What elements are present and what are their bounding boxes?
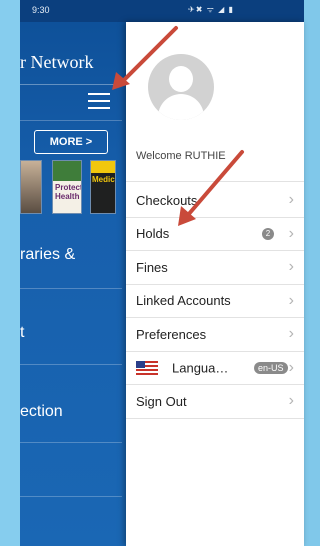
menu-item-label: Holds xyxy=(136,226,170,242)
menu-item-checkouts[interactable]: Checkouts › xyxy=(126,184,304,218)
menu-item-linked-accounts[interactable]: Linked Accounts › xyxy=(126,285,304,318)
book-cover-3-text: Medican xyxy=(92,175,115,184)
divider xyxy=(20,364,122,365)
menu-item-label: Preferences xyxy=(136,326,207,342)
menu-icon[interactable] xyxy=(88,90,114,112)
menu-item-sign-out[interactable]: Sign Out › xyxy=(126,385,304,419)
network-title: r Network xyxy=(20,52,94,72)
divider xyxy=(20,442,122,443)
menu-item-label: Langua… xyxy=(172,360,229,376)
bg-item-collection[interactable]: ection xyxy=(20,403,63,421)
more-button[interactable]: MORE > xyxy=(34,130,108,154)
book-cover-1[interactable] xyxy=(20,160,42,214)
bg-item-2[interactable]: t xyxy=(20,324,24,342)
chevron-right-icon: › xyxy=(288,224,294,242)
menu-item-label: Sign Out xyxy=(136,393,187,409)
status-icons: ✈✖ ᯤ ◢ ▮ xyxy=(188,5,234,14)
chevron-right-icon: › xyxy=(288,325,294,343)
divider xyxy=(20,120,122,121)
holds-count-badge: 2 xyxy=(262,227,274,240)
chevron-right-icon: › xyxy=(288,258,294,276)
book-cover-3[interactable]: Medican xyxy=(90,160,116,214)
left-frame xyxy=(0,0,20,546)
us-flag-icon xyxy=(136,360,158,375)
book-cover-2[interactable]: Protecting Health xyxy=(52,160,82,214)
user-avatar-icon[interactable] xyxy=(148,54,214,120)
status-time: 9:30 xyxy=(32,5,50,15)
menu-item-label: Checkouts xyxy=(136,192,198,208)
title-divider xyxy=(20,84,122,85)
menu-item-label: Fines xyxy=(136,259,168,275)
drawer-menu: Checkouts › Holds 2 › Fines › Linked Acc… xyxy=(126,184,304,419)
divider xyxy=(20,288,122,289)
divider xyxy=(20,496,122,497)
menu-item-label: Linked Accounts xyxy=(136,293,231,309)
chevron-right-icon: › xyxy=(288,358,294,376)
menu-item-holds[interactable]: Holds 2 › xyxy=(126,218,304,251)
book-cover-2-text: Protecting Health xyxy=(55,183,82,201)
menu-item-fines[interactable]: Fines › xyxy=(126,251,304,285)
divider xyxy=(126,181,304,182)
navigation-drawer: Welcome RUTHIE Checkouts › Holds 2 › Fin… xyxy=(126,22,304,546)
bg-item-libraries[interactable]: raries & xyxy=(20,246,75,264)
welcome-text: Welcome RUTHIE xyxy=(136,150,226,162)
chevron-right-icon: › xyxy=(288,392,294,410)
language-badge: en-US xyxy=(254,361,288,374)
chevron-right-icon: › xyxy=(288,291,294,309)
menu-item-language[interactable]: Langua… en-US › xyxy=(126,352,304,385)
status-bar xyxy=(20,0,304,22)
menu-item-preferences[interactable]: Preferences › xyxy=(126,318,304,352)
chevron-right-icon: › xyxy=(288,191,294,209)
